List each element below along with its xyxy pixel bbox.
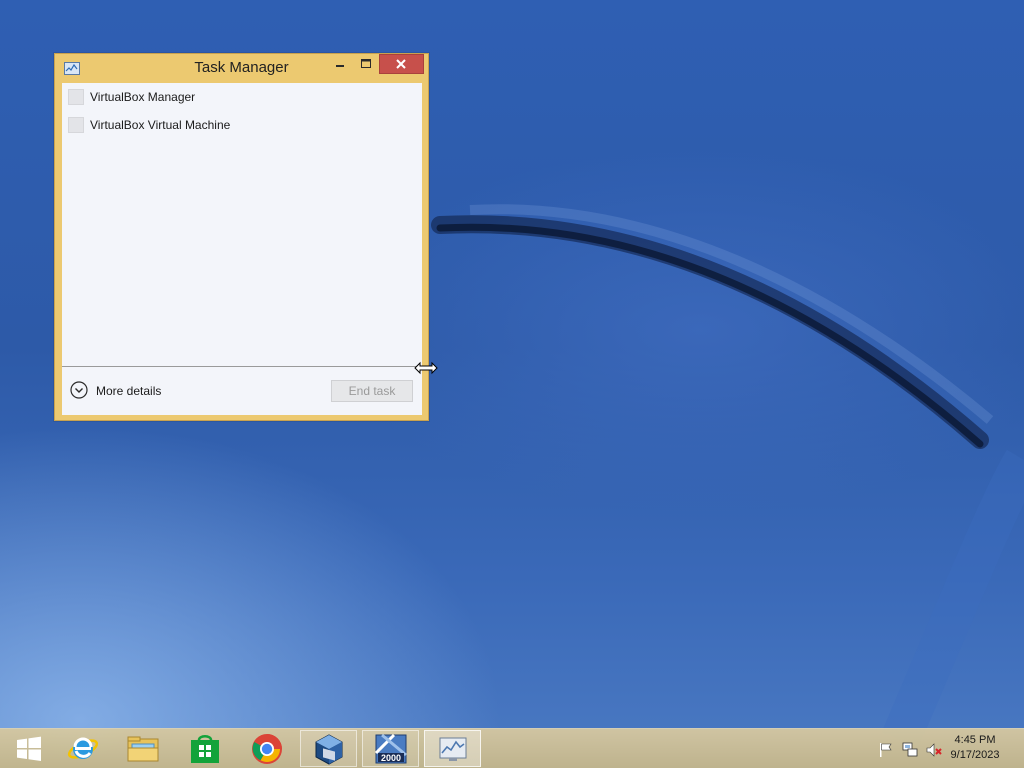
virtualbox-manager-icon	[68, 89, 84, 105]
process-name: VirtualBox Virtual Machine	[90, 118, 231, 132]
resize-horizontal-cursor-icon	[414, 361, 438, 375]
process-name: VirtualBox Manager	[90, 90, 196, 104]
taskbar-internet-explorer[interactable]	[54, 730, 111, 767]
list-item[interactable]: VirtualBox Virtual Machine	[62, 113, 422, 137]
clock[interactable]: 4:45 PM 9/17/2023	[940, 733, 1010, 763]
close-icon	[396, 59, 406, 69]
svg-text:2000: 2000	[380, 753, 400, 763]
taskbar: 2000 4:45 PM 9/17/2023	[0, 728, 1024, 768]
more-details-button[interactable]: More details	[70, 381, 180, 401]
maximize-icon	[361, 59, 371, 68]
taskbar-virtualbox[interactable]	[300, 730, 357, 767]
clock-date: 9/17/2023	[950, 749, 1000, 761]
windows-2000-icon: 2000	[374, 733, 407, 763]
start-button[interactable]	[0, 730, 57, 767]
store-icon	[190, 734, 219, 763]
footer-divider	[62, 366, 422, 367]
system-tray: 4:45 PM 9/17/2023	[864, 729, 1024, 768]
process-list-panel: VirtualBox Manager VirtualBox Virtual Ma…	[62, 83, 422, 415]
title-bar[interactable]: Task Manager	[55, 54, 428, 82]
chevron-down-circle-icon	[70, 381, 88, 399]
taskbar-chrome[interactable]	[238, 730, 295, 767]
taskbar-task-manager[interactable]	[424, 730, 481, 767]
desktop-background: Task Manager VirtualBox Manager VirtualB…	[0, 0, 1024, 768]
minimize-button[interactable]	[327, 54, 353, 74]
more-details-label: More details	[96, 384, 162, 398]
virtualbox-icon	[315, 733, 342, 765]
task-manager-icon	[439, 737, 466, 761]
windows-logo-icon	[16, 736, 41, 761]
end-task-button[interactable]: End task	[331, 380, 413, 402]
taskbar-file-explorer[interactable]	[114, 730, 171, 767]
taskbar-windows-2000-vm[interactable]: 2000	[362, 730, 419, 767]
maximize-button[interactable]	[353, 54, 379, 74]
file-explorer-icon	[127, 736, 158, 761]
internet-explorer-icon	[67, 737, 98, 759]
task-manager-window[interactable]: Task Manager VirtualBox Manager VirtualB…	[54, 53, 429, 421]
action-center-flag-icon[interactable]	[878, 742, 894, 758]
virtualbox-vm-icon	[68, 117, 84, 133]
network-icon[interactable]	[902, 742, 918, 758]
list-item[interactable]: VirtualBox Manager	[62, 85, 422, 109]
minimize-icon	[336, 65, 344, 67]
clock-time: 4:45 PM	[954, 734, 996, 746]
chrome-icon	[251, 733, 282, 764]
close-button[interactable]	[379, 54, 424, 74]
taskbar-store[interactable]	[176, 730, 233, 767]
